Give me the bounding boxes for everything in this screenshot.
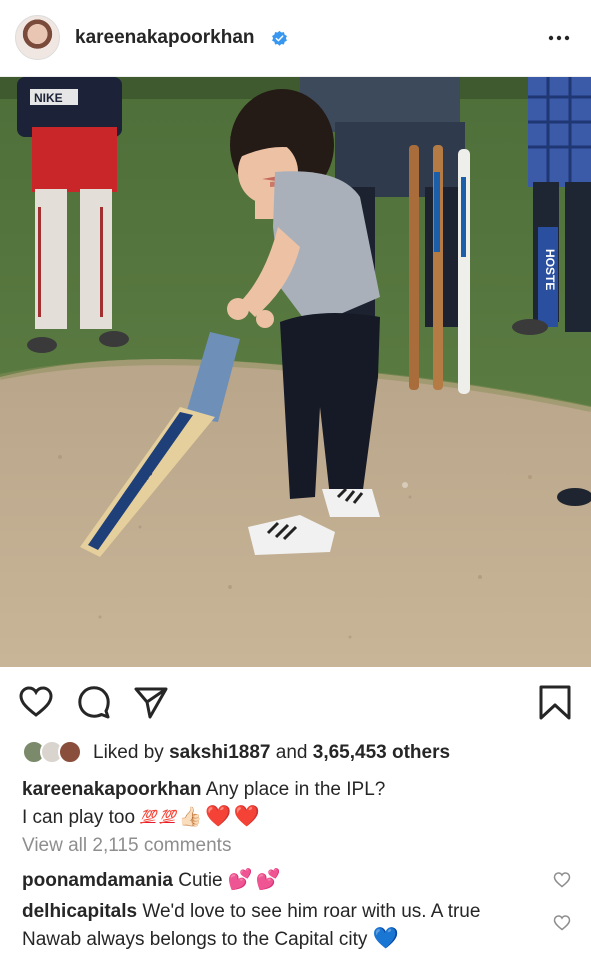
thumbs-up-emoji: 👍🏻 [178, 806, 203, 828]
comment-text: Cutie [178, 870, 223, 891]
hundred-emoji: 💯 [140, 810, 156, 825]
svg-text:HOSTE: HOSTE [543, 249, 557, 290]
comment-like-heart-icon[interactable] [553, 914, 571, 932]
likes-user[interactable]: sakshi1887 [169, 742, 270, 763]
verified-badge-icon [272, 30, 287, 46]
comment-item: poonamdamania Cutie 💕 💕 [22, 866, 542, 894]
comment-username[interactable]: poonamdamania [22, 870, 173, 891]
caption-line1: Any place in the IPL? [205, 779, 386, 800]
comment-username[interactable]: delhicapitals [22, 901, 137, 922]
bookmark-icon[interactable] [537, 684, 573, 720]
profile-avatar[interactable] [15, 15, 60, 60]
caption-username[interactable]: kareenakapoorkhan [22, 779, 202, 800]
blue-heart-emoji: 💙 [372, 926, 399, 950]
heart-icon[interactable] [18, 684, 54, 720]
svg-text:NIKE: NIKE [34, 91, 63, 105]
pink-hearts-emoji: 💕 [255, 867, 281, 891]
comment-text-continued: Nawab always belongs to the Capital city [22, 929, 368, 950]
view-all-comments-link[interactable]: View all 2,115 comments [22, 835, 231, 857]
likes-conjunction: and [275, 742, 308, 763]
likes-summary[interactable]: Liked by sakshi1887 and 3,65,453 others [22, 740, 582, 766]
liker-avatars [22, 740, 88, 766]
cricket-photo-illustration: NIKE HOSTE ASHIN [0, 77, 591, 667]
share-icon[interactable] [133, 684, 169, 720]
post-username[interactable]: kareenakapoorkhan [75, 27, 255, 49]
post-caption: kareenakapoorkhan Any place in the IPL? … [22, 777, 562, 831]
likes-count[interactable]: 3,65,453 others [313, 742, 450, 763]
red-heart-emoji: ❤️ [205, 804, 232, 828]
action-bar [0, 668, 591, 736]
hundred-emoji: 💯 [159, 810, 176, 825]
likes-prefix: Liked by [93, 742, 164, 763]
comment-icon[interactable] [76, 684, 112, 720]
pink-hearts-emoji: 💕 [227, 867, 253, 891]
likes-text: Liked by sakshi1887 and 3,65,453 others [93, 742, 450, 764]
post-photo[interactable]: NIKE HOSTE ASHIN [0, 77, 591, 667]
comment-text: We'd love to see him roar with us. A tru… [142, 901, 481, 922]
comment-like-heart-icon[interactable] [553, 871, 571, 889]
comment-item: delhicapitals We'd love to see him roar … [22, 899, 542, 953]
post-header: kareenakapoorkhan [0, 0, 591, 77]
red-heart-emoji: ❤️ [233, 804, 260, 828]
caption-line2: I can play too [22, 807, 136, 828]
more-options-icon[interactable] [547, 28, 571, 48]
cricket-stumps [409, 145, 470, 394]
